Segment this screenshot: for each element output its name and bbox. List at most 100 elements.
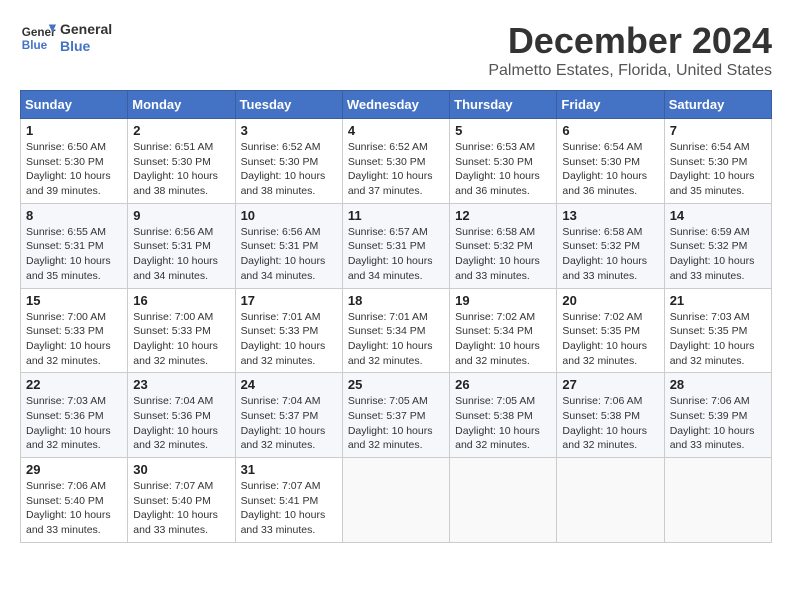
day-info: Sunrise: 7:02 AM Sunset: 5:35 PM Dayligh… <box>562 310 658 369</box>
day-info: Sunrise: 6:52 AM Sunset: 5:30 PM Dayligh… <box>348 140 444 199</box>
calendar-cell <box>450 458 557 543</box>
day-number: 21 <box>670 293 766 308</box>
weekday-header-wednesday: Wednesday <box>342 91 449 119</box>
day-number: 22 <box>26 377 122 392</box>
day-info: Sunrise: 6:52 AM Sunset: 5:30 PM Dayligh… <box>241 140 337 199</box>
location-title: Palmetto Estates, Florida, United States <box>488 62 772 80</box>
logo-icon: General Blue <box>20 20 56 56</box>
day-info: Sunrise: 6:53 AM Sunset: 5:30 PM Dayligh… <box>455 140 551 199</box>
calendar-week-3: 15 Sunrise: 7:00 AM Sunset: 5:33 PM Dayli… <box>21 288 772 373</box>
day-info: Sunrise: 7:06 AM Sunset: 5:39 PM Dayligh… <box>670 394 766 453</box>
calendar-cell: 26 Sunrise: 7:05 AM Sunset: 5:38 PM Dayli… <box>450 373 557 458</box>
day-info: Sunrise: 7:06 AM Sunset: 5:38 PM Dayligh… <box>562 394 658 453</box>
calendar-cell: 21 Sunrise: 7:03 AM Sunset: 5:35 PM Dayli… <box>664 288 771 373</box>
day-info: Sunrise: 7:07 AM Sunset: 5:41 PM Dayligh… <box>241 479 337 538</box>
day-number: 1 <box>26 123 122 138</box>
calendar-cell: 12Sunrise: 6:58 AM Sunset: 5:32 PM Dayli… <box>450 203 557 288</box>
day-info: Sunrise: 6:56 AM Sunset: 5:31 PM Dayligh… <box>241 225 337 284</box>
day-number: 6 <box>562 123 658 138</box>
day-number: 26 <box>455 377 551 392</box>
calendar-cell <box>342 458 449 543</box>
calendar-cell: 23 Sunrise: 7:04 AM Sunset: 5:36 PM Dayli… <box>128 373 235 458</box>
day-info: Sunrise: 7:03 AM Sunset: 5:35 PM Dayligh… <box>670 310 766 369</box>
calendar-table: SundayMondayTuesdayWednesdayThursdayFrid… <box>20 90 772 543</box>
day-info: Sunrise: 6:54 AM Sunset: 5:30 PM Dayligh… <box>670 140 766 199</box>
calendar-cell: 15 Sunrise: 7:00 AM Sunset: 5:33 PM Dayli… <box>21 288 128 373</box>
day-number: 12 <box>455 208 551 223</box>
day-number: 10 <box>241 208 337 223</box>
calendar-header-row: SundayMondayTuesdayWednesdayThursdayFrid… <box>21 91 772 119</box>
svg-text:Blue: Blue <box>22 39 48 52</box>
calendar-cell <box>557 458 664 543</box>
day-number: 5 <box>455 123 551 138</box>
day-info: Sunrise: 6:51 AM Sunset: 5:30 PM Dayligh… <box>133 140 229 199</box>
day-info: Sunrise: 7:07 AM Sunset: 5:40 PM Dayligh… <box>133 479 229 538</box>
calendar-cell: 16Sunrise: 7:00 AM Sunset: 5:33 PM Dayli… <box>128 288 235 373</box>
day-number: 31 <box>241 462 337 477</box>
day-info: Sunrise: 7:04 AM Sunset: 5:36 PM Dayligh… <box>133 394 229 453</box>
calendar-cell: 25Sunrise: 7:05 AM Sunset: 5:37 PM Dayli… <box>342 373 449 458</box>
day-info: Sunrise: 6:50 AM Sunset: 5:30 PM Dayligh… <box>26 140 122 199</box>
calendar-cell: 19 Sunrise: 7:02 AM Sunset: 5:34 PM Dayli… <box>450 288 557 373</box>
calendar-cell: 17 Sunrise: 7:01 AM Sunset: 5:33 PM Dayli… <box>235 288 342 373</box>
day-info: Sunrise: 7:02 AM Sunset: 5:34 PM Dayligh… <box>455 310 551 369</box>
weekday-header-saturday: Saturday <box>664 91 771 119</box>
calendar-cell <box>664 458 771 543</box>
day-info: Sunrise: 7:03 AM Sunset: 5:36 PM Dayligh… <box>26 394 122 453</box>
day-number: 23 <box>133 377 229 392</box>
weekday-header-monday: Monday <box>128 91 235 119</box>
day-number: 27 <box>562 377 658 392</box>
day-number: 20 <box>562 293 658 308</box>
day-info: Sunrise: 7:00 AM Sunset: 5:33 PM Dayligh… <box>26 310 122 369</box>
day-number: 24 <box>241 377 337 392</box>
day-info: Sunrise: 7:00 AM Sunset: 5:33 PM Dayligh… <box>133 310 229 369</box>
calendar-cell: 14 Sunrise: 6:59 AM Sunset: 5:32 PM Dayli… <box>664 203 771 288</box>
day-number: 7 <box>670 123 766 138</box>
calendar-cell: 3 Sunrise: 6:52 AM Sunset: 5:30 PM Daylig… <box>235 119 342 204</box>
logo-text: General Blue <box>60 21 112 55</box>
day-info: Sunrise: 6:55 AM Sunset: 5:31 PM Dayligh… <box>26 225 122 284</box>
day-info: Sunrise: 6:58 AM Sunset: 5:32 PM Dayligh… <box>562 225 658 284</box>
calendar-cell: 28Sunrise: 7:06 AM Sunset: 5:39 PM Dayli… <box>664 373 771 458</box>
day-info: Sunrise: 7:01 AM Sunset: 5:34 PM Dayligh… <box>348 310 444 369</box>
day-info: Sunrise: 6:54 AM Sunset: 5:30 PM Dayligh… <box>562 140 658 199</box>
day-number: 17 <box>241 293 337 308</box>
month-title: December 2024 <box>488 20 772 62</box>
calendar-week-5: 29 Sunrise: 7:06 AM Sunset: 5:40 PM Dayli… <box>21 458 772 543</box>
calendar-cell: 10 Sunrise: 6:56 AM Sunset: 5:31 PM Dayli… <box>235 203 342 288</box>
calendar-cell: 6 Sunrise: 6:54 AM Sunset: 5:30 PM Daylig… <box>557 119 664 204</box>
day-number: 29 <box>26 462 122 477</box>
calendar-cell: 4 Sunrise: 6:52 AM Sunset: 5:30 PM Daylig… <box>342 119 449 204</box>
calendar-cell: 30Sunrise: 7:07 AM Sunset: 5:40 PM Dayli… <box>128 458 235 543</box>
day-number: 3 <box>241 123 337 138</box>
calendar-cell: 27 Sunrise: 7:06 AM Sunset: 5:38 PM Dayli… <box>557 373 664 458</box>
weekday-header-sunday: Sunday <box>21 91 128 119</box>
weekday-header-tuesday: Tuesday <box>235 91 342 119</box>
day-info: Sunrise: 7:05 AM Sunset: 5:38 PM Dayligh… <box>455 394 551 453</box>
calendar-cell: 2 Sunrise: 6:51 AM Sunset: 5:30 PM Daylig… <box>128 119 235 204</box>
calendar-cell: 20 Sunrise: 7:02 AM Sunset: 5:35 PM Dayli… <box>557 288 664 373</box>
day-number: 4 <box>348 123 444 138</box>
day-number: 14 <box>670 208 766 223</box>
day-info: Sunrise: 7:05 AM Sunset: 5:37 PM Dayligh… <box>348 394 444 453</box>
day-info: Sunrise: 7:06 AM Sunset: 5:40 PM Dayligh… <box>26 479 122 538</box>
day-number: 19 <box>455 293 551 308</box>
day-number: 2 <box>133 123 229 138</box>
day-number: 9 <box>133 208 229 223</box>
day-number: 13 <box>562 208 658 223</box>
page-header: General Blue General Blue December 2024 … <box>20 20 772 80</box>
day-info: Sunrise: 6:59 AM Sunset: 5:32 PM Dayligh… <box>670 225 766 284</box>
day-number: 8 <box>26 208 122 223</box>
title-section: December 2024 Palmetto Estates, Florida,… <box>488 20 772 80</box>
day-number: 15 <box>26 293 122 308</box>
calendar-cell: 22 Sunrise: 7:03 AM Sunset: 5:36 PM Dayli… <box>21 373 128 458</box>
day-info: Sunrise: 6:56 AM Sunset: 5:31 PM Dayligh… <box>133 225 229 284</box>
calendar-cell: 24Sunrise: 7:04 AM Sunset: 5:37 PM Dayli… <box>235 373 342 458</box>
logo: General Blue General Blue <box>20 20 112 56</box>
weekday-header-friday: Friday <box>557 91 664 119</box>
calendar-cell: 5 Sunrise: 6:53 AM Sunset: 5:30 PM Daylig… <box>450 119 557 204</box>
calendar-cell: 8 Sunrise: 6:55 AM Sunset: 5:31 PM Daylig… <box>21 203 128 288</box>
day-info: Sunrise: 7:01 AM Sunset: 5:33 PM Dayligh… <box>241 310 337 369</box>
calendar-cell: 13 Sunrise: 6:58 AM Sunset: 5:32 PM Dayli… <box>557 203 664 288</box>
calendar-cell: 18Sunrise: 7:01 AM Sunset: 5:34 PM Dayli… <box>342 288 449 373</box>
